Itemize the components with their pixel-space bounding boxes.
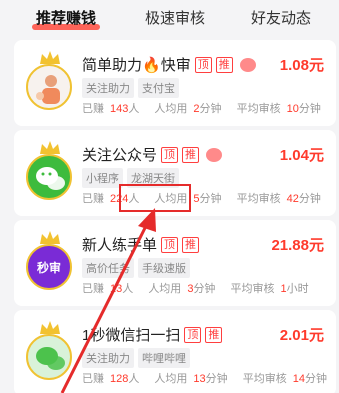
avatar [24,141,76,202]
tab-label: 好友动态 [251,10,312,27]
task-title-suffix: 快审 [160,57,191,74]
review-time: 42 [286,193,299,205]
avatar [24,51,76,112]
person-icon [36,75,60,104]
task-tag: 支付宝 [138,78,179,98]
red-envelope-icon [239,58,256,72]
recommend-badge: 推 [182,147,200,163]
task-tag: 高价任务 [82,258,134,278]
recommend-badge: 推 [215,57,233,73]
task-title-text: 关注公众号 [82,147,158,164]
task-tag: 手级速版 [138,258,190,278]
wechat-icon [36,347,65,370]
avatar-image [26,154,72,200]
top-badge: 顶 [161,147,179,163]
task-title: 简单助力🔥快审顶推 [82,54,256,75]
task-tag: 关注助力 [82,348,134,368]
task-tag: 小程序 [82,168,123,188]
tab-label: 极速审核 [145,10,206,27]
tab-recommended[interactable]: 推荐赚钱 [36,7,96,28]
avg-time: 13 [193,373,206,385]
earned-count: 143 [110,103,129,115]
task-price: 1.08元 [279,57,324,74]
task-title-text: 简单助力 [82,57,143,74]
top-badge: 顶 [184,327,202,343]
task-title-text: 新人练手单 [82,237,158,254]
tab-friend-activity[interactable]: 好友动态 [251,7,311,28]
task-card[interactable]: 简单助力🔥快审顶推 1.08元 关注助力 支付宝 已赚 143人 人均用 2分钟 平均… [14,40,336,126]
recommend-badge: 推 [182,237,200,253]
avatar-image [26,64,72,110]
task-price: 2.01元 [279,327,324,344]
task-stats: 已赚 128人 人均用 13分钟 平均审核 14分钟 [82,373,327,385]
fire-icon: 🔥 [142,57,161,74]
avatar: 秒审 [24,231,76,292]
top-badge: 顶 [161,237,179,253]
task-title-text: 1秒微信扫一扫 [82,327,181,344]
avg-time: 2 [193,103,200,115]
earned-count: 13 [110,283,123,295]
top-tab-bar: 推荐赚钱 极速审核 好友动态 [0,0,339,34]
earned-count: 128 [110,373,129,385]
avatar [24,321,76,382]
avatar-image [26,334,72,380]
avatar-label: 秒审 [36,260,61,275]
highlight-box [119,184,191,212]
tab-label: 推荐赚钱 [36,10,97,27]
task-stats: 已赚 143人 人均用 2分钟 平均审核 10分钟 [82,103,321,115]
top-badge: 顶 [194,57,212,73]
review-time: 10 [286,103,299,115]
task-title: 1秒微信扫一扫顶推 [82,324,223,345]
task-tags: 高价任务 手级速版 [82,258,194,278]
task-stats: 已赚 13人 人均用 3分钟 平均审核 1小时 [82,283,309,295]
tab-fast-review[interactable]: 极速审核 [145,7,205,28]
task-card[interactable]: 秒审 新人练手单顶推 21.88元 高价任务 手级速版 已赚 13人 人均用 3分钟 … [14,220,336,306]
task-tag: 关注助力 [82,78,134,98]
task-tags: 关注助力 支付宝 [82,78,183,98]
red-envelope-icon [206,148,223,162]
task-price: 21.88元 [271,237,324,254]
review-time: 14 [292,373,305,385]
task-price: 1.04元 [279,147,324,164]
review-time: 1 [280,283,287,295]
task-title: 新人练手单顶推 [82,234,200,255]
recommend-badge: 推 [205,327,223,343]
task-tag: 哔哩哔哩 [138,348,190,368]
wechat-icon [36,167,65,190]
task-title: 关注公众号顶推 [82,144,223,165]
task-tags: 关注助力 哔哩哔哩 [82,348,194,368]
avg-time: 5 [193,193,200,205]
avatar-image: 秒审 [26,244,72,290]
task-card[interactable]: 1秒微信扫一扫顶推 2.01元 关注助力 哔哩哔哩 已赚 128人 人均用 13分钟 … [14,310,336,393]
